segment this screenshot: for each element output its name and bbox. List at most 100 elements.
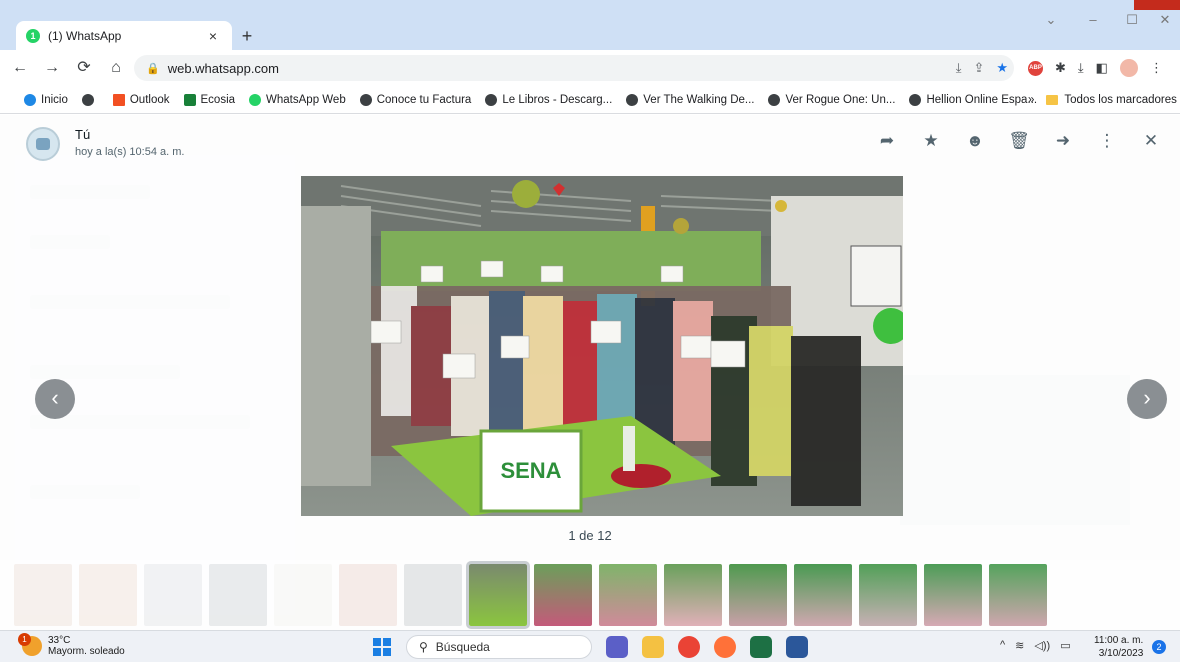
whatsapp-favicon-icon: 1	[26, 28, 40, 43]
forward-icon[interactable]: ➜	[1052, 131, 1074, 151]
media-viewer: Tú hoy a la(s) 10:54 a. m. ➦ ★ ☻ 🗑 ➜ ⋮ ✕	[0, 115, 1180, 630]
temperature: 33°C	[48, 635, 71, 646]
weather-badge: 1	[18, 633, 31, 646]
thumbnail[interactable]	[534, 564, 592, 626]
clock[interactable]: 11:00 a. m. 3/10/2023	[1094, 634, 1143, 660]
thumbnail[interactable]	[209, 564, 267, 626]
thumbnail[interactable]	[404, 564, 462, 626]
globe-icon	[81, 93, 94, 106]
thumbnail[interactable]	[274, 564, 332, 626]
thumbnail[interactable]	[79, 564, 137, 626]
bookmark-outlook[interactable]: Outlook	[112, 93, 170, 106]
search-placeholder: Búsqueda	[435, 640, 490, 654]
sender-avatar[interactable]	[26, 127, 60, 161]
maximize-button[interactable]: ☐	[1117, 12, 1147, 28]
bookmark-hellion[interactable]: Hellion Online Espa...	[909, 93, 1037, 106]
menu-kebab-icon[interactable]: ⋮	[1150, 60, 1163, 76]
battery-icon[interactable]: ▭	[1060, 639, 1070, 652]
globe-icon	[485, 93, 498, 106]
group-photo-image: SENA	[301, 176, 903, 516]
inicio-icon	[24, 93, 36, 106]
volume-icon[interactable]: ◁))	[1034, 639, 1050, 652]
clock-date: 3/10/2023	[1098, 648, 1144, 659]
back-button[interactable]: ←	[8, 56, 32, 80]
thumbnail-current[interactable]	[466, 561, 530, 629]
address-text: web.whatsapp.com	[167, 60, 279, 76]
clock-time: 11:00 a. m.	[1094, 635, 1144, 646]
bookmark-ecosia[interactable]: Ecosia	[183, 93, 235, 106]
home-button[interactable]: ⌂	[104, 56, 128, 80]
thumbnail[interactable]	[729, 564, 787, 626]
bookmarks-overflow-button[interactable]: »	[1028, 94, 1034, 106]
reload-button[interactable]: ⟳	[72, 56, 96, 80]
thumbnail[interactable]	[339, 564, 397, 626]
new-tab-button[interactable]: +	[236, 25, 258, 47]
sun-icon: 1	[18, 633, 42, 656]
thumbnail[interactable]	[989, 564, 1047, 626]
bookmarks-bar: Inicio Outlook Ecosia WhatsApp Web Conoc…	[0, 86, 1180, 114]
thumbnail[interactable]	[144, 564, 202, 626]
globe-icon	[768, 93, 781, 106]
weather-widget[interactable]: 1 33°C Mayorm. soleado	[18, 633, 125, 657]
extensions-puzzle-icon[interactable]: ✱	[1055, 60, 1066, 76]
bookmark-star-icon[interactable]: ★	[996, 60, 1008, 76]
file-explorer-icon[interactable]	[642, 636, 664, 658]
thumbnail-strip	[0, 560, 1180, 630]
thumbnail[interactable]	[599, 564, 657, 626]
tray-chevron-icon[interactable]: ^	[1000, 639, 1005, 652]
close-viewer-icon[interactable]: ✕	[1140, 131, 1162, 151]
adblock-extension-icon[interactable]: ABP	[1028, 60, 1043, 76]
meet-app-icon[interactable]	[606, 636, 628, 658]
window-close-button[interactable]	[1134, 0, 1180, 10]
bookmark-conoce-factura[interactable]: Conoce tu Factura	[359, 93, 471, 106]
globe-icon	[909, 93, 922, 106]
excel-icon[interactable]	[750, 636, 772, 658]
ecosia-icon	[183, 93, 196, 106]
react-emoji-icon[interactable]: ☻	[964, 131, 986, 151]
side-panel-icon[interactable]: ◧	[1096, 60, 1108, 76]
minimize-button[interactable]: –	[1078, 12, 1108, 27]
media-counter: 1 de 12	[568, 528, 612, 543]
word-icon[interactable]	[786, 636, 808, 658]
notification-badge[interactable]: 2	[1152, 640, 1166, 654]
thumbnail[interactable]	[664, 564, 722, 626]
address-bar[interactable]: 🔒 web.whatsapp.com ⤓ ⇪ ★	[134, 55, 1014, 81]
message-timestamp: hoy a la(s) 10:54 a. m.	[75, 146, 185, 158]
bookmark-rogue-one[interactable]: Ver Rogue One: Un...	[768, 93, 895, 106]
previous-media-button[interactable]: ‹	[35, 379, 75, 419]
star-icon[interactable]: ★	[920, 131, 942, 151]
reply-icon[interactable]: ➦	[876, 131, 898, 151]
all-bookmarks-link[interactable]: Todos los marcadores	[1064, 94, 1177, 106]
next-media-button[interactable]: ›	[1127, 379, 1167, 419]
bookmark-inicio[interactable]: Inicio	[24, 93, 68, 106]
taskbar-search[interactable]: ⚲ Búsqueda	[406, 635, 592, 659]
forward-button[interactable]: →	[40, 56, 64, 80]
bookmark-walking-dead[interactable]: Ver The Walking De...	[626, 93, 754, 106]
tab-whatsapp[interactable]: 1 (1) WhatsApp ×	[16, 21, 232, 50]
sender-name: Tú	[75, 127, 91, 142]
cake-logo-text: SENA	[500, 458, 561, 483]
bookmark-globe[interactable]	[81, 93, 99, 106]
downloads-icon[interactable]: ⤓	[1078, 60, 1084, 76]
thumbnail[interactable]	[794, 564, 852, 626]
install-app-icon[interactable]: ⤓	[956, 60, 962, 76]
thumbnail[interactable]	[924, 564, 982, 626]
microsoft-icon	[112, 93, 125, 106]
tab-search-chevron-icon[interactable]: ⌄	[1036, 12, 1066, 28]
thumbnail[interactable]	[14, 564, 72, 626]
tab-close-icon[interactable]: ×	[204, 28, 222, 44]
thumbnail[interactable]	[859, 564, 917, 626]
share-icon[interactable]: ⇪	[973, 60, 984, 76]
media-photo[interactable]: SENA	[301, 176, 903, 516]
tab-title: (1) WhatsApp	[48, 28, 122, 43]
bookmark-le-libros[interactable]: Le Libros - Descarg...	[485, 93, 612, 106]
firefox-icon[interactable]	[714, 636, 736, 658]
delete-icon[interactable]: 🗑	[1008, 131, 1030, 151]
windows-start-icon[interactable]	[373, 638, 391, 656]
more-options-icon[interactable]: ⋮	[1096, 131, 1118, 151]
chrome-icon[interactable]	[678, 636, 700, 658]
profile-avatar[interactable]	[1119, 59, 1138, 77]
close-window-icon[interactable]: ✕	[1150, 12, 1180, 28]
wifi-icon[interactable]: ≋	[1015, 639, 1024, 652]
bookmark-whatsapp-web[interactable]: WhatsApp Web	[249, 93, 346, 106]
